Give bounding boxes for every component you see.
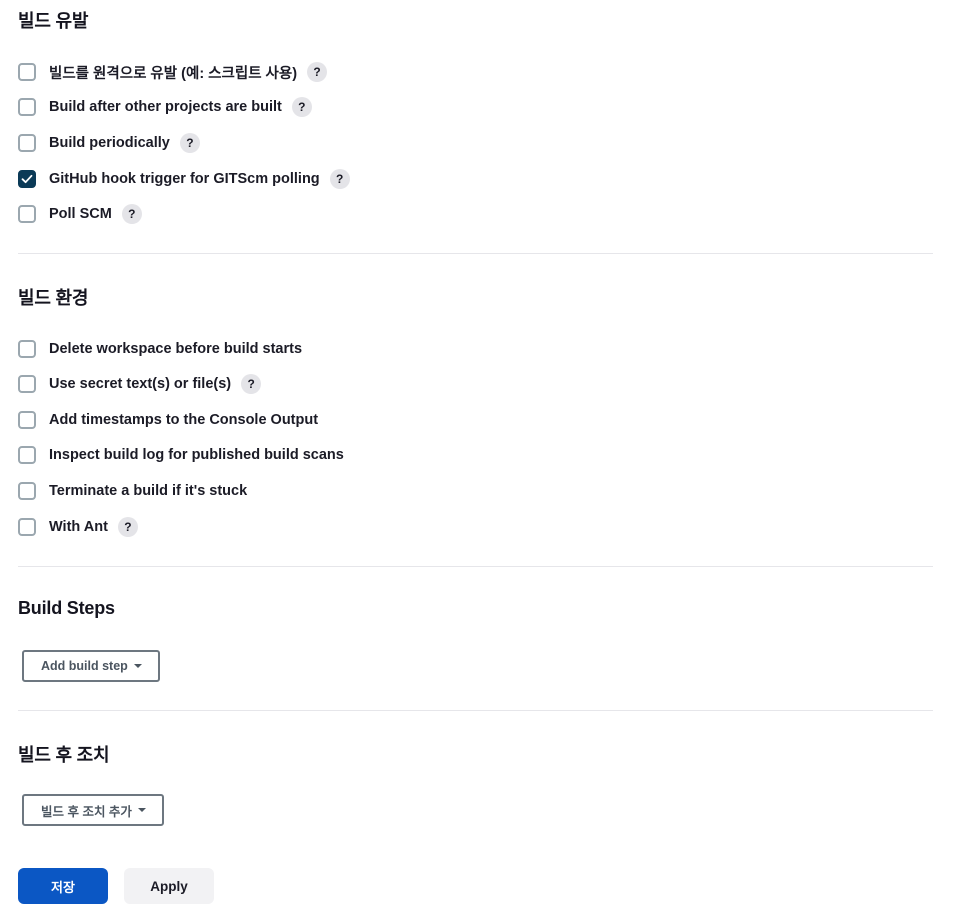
add-build-step-label: Add build step <box>41 659 128 673</box>
add-post-build-action-label: 빌드 후 조치 추가 <box>41 804 132 819</box>
option-label: Terminate a build if it's stuck <box>49 483 248 499</box>
help-icon[interactable]: ? <box>329 169 350 189</box>
option-label: Add timestamps to the Console Output <box>49 412 319 428</box>
caret-down-icon <box>133 664 142 668</box>
trigger-github-hook[interactable]: GitHub hook trigger for GITScm polling ? <box>18 168 350 190</box>
help-icon[interactable]: ? <box>121 204 142 224</box>
add-build-step-button[interactable]: Add build step <box>22 650 160 682</box>
checkbox-checked[interactable] <box>18 170 36 188</box>
checkbox[interactable] <box>18 482 36 500</box>
checkbox[interactable] <box>18 63 36 81</box>
help-icon[interactable]: ? <box>241 374 262 394</box>
checkbox[interactable] <box>18 411 36 429</box>
build-steps-title: Build Steps <box>18 598 115 618</box>
checkbox[interactable] <box>18 446 36 464</box>
trigger-remote-build[interactable]: 빌드를 원격으로 유발 (예: 스크립트 사용) ? <box>18 61 328 83</box>
trigger-build-after-other-projects[interactable]: Build after other projects are built ? <box>18 96 312 118</box>
option-label: Use secret text(s) or file(s) <box>49 376 232 392</box>
option-label: Build periodically <box>49 135 170 151</box>
help-icon[interactable]: ? <box>179 133 200 153</box>
env-inspect-build-log[interactable]: Inspect build log for published build sc… <box>18 444 344 466</box>
env-terminate-stuck-build[interactable]: Terminate a build if it's stuck <box>18 480 247 502</box>
env-add-timestamps[interactable]: Add timestamps to the Console Output <box>18 409 318 431</box>
checkbox[interactable] <box>18 375 36 393</box>
build-environment-title: 빌드 환경 <box>18 288 89 308</box>
add-post-build-action-button[interactable]: 빌드 후 조치 추가 <box>22 794 164 826</box>
option-label: Poll SCM <box>49 206 112 222</box>
help-icon[interactable]: ? <box>291 97 312 117</box>
option-label: With Ant <box>49 519 108 535</box>
checkbox[interactable] <box>18 205 36 223</box>
checkbox[interactable] <box>18 518 36 536</box>
section-divider <box>18 710 933 711</box>
trigger-build-periodically[interactable]: Build periodically ? <box>18 132 200 154</box>
help-icon[interactable]: ? <box>117 517 138 537</box>
apply-button[interactable]: Apply <box>124 868 214 904</box>
checkbox[interactable] <box>18 98 36 116</box>
help-icon[interactable]: ? <box>307 62 328 82</box>
option-label: GitHub hook trigger for GITScm polling <box>49 171 320 187</box>
option-label: 빌드를 원격으로 유발 (예: 스크립트 사용) <box>49 65 298 82</box>
option-label: Inspect build log for published build sc… <box>49 447 344 463</box>
env-delete-workspace[interactable]: Delete workspace before build starts <box>18 338 302 360</box>
build-triggers-title: 빌드 유발 <box>18 11 89 31</box>
env-use-secret-text[interactable]: Use secret text(s) or file(s) ? <box>18 373 262 395</box>
trigger-poll-scm[interactable]: Poll SCM ? <box>18 203 142 225</box>
option-label: Build after other projects are built <box>49 99 282 115</box>
section-divider <box>18 253 933 254</box>
option-label: Delete workspace before build starts <box>49 341 303 357</box>
checkbox[interactable] <box>18 134 36 152</box>
section-divider <box>18 566 933 567</box>
save-button[interactable]: 저장 <box>18 868 108 904</box>
caret-down-icon <box>137 808 146 812</box>
checkbox[interactable] <box>18 340 36 358</box>
env-with-ant[interactable]: With Ant ? <box>18 516 138 538</box>
checkmark-icon <box>21 174 33 184</box>
post-build-title: 빌드 후 조치 <box>18 745 110 765</box>
